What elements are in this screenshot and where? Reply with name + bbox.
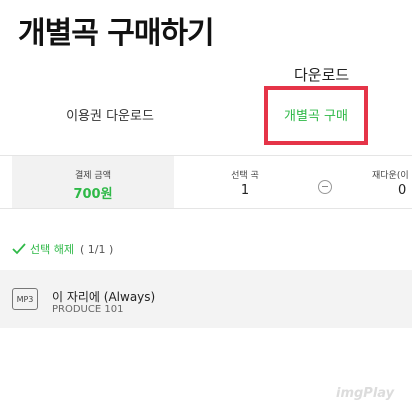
check-icon — [12, 243, 26, 255]
track-row[interactable]: MP3 이 자리에 (Always) PRODUCE 101 — [0, 270, 412, 328]
download-heading: 다운로드 — [294, 66, 350, 84]
payment-amount-value: 700원 — [73, 187, 113, 202]
selected-songs-label: 선택 곡 — [231, 171, 259, 181]
tab-individual-purchase[interactable]: 개별곡 구매 — [264, 86, 368, 142]
watermark: imgPlay — [336, 386, 395, 401]
redownload-label: 재다운(이 — [372, 171, 409, 181]
redownload-cell: 재다운(이 0 — [350, 156, 412, 208]
tab-voucher-download[interactable]: 이용권 다운로드 — [0, 86, 220, 142]
selection-count: ( 1/1 ) — [79, 242, 114, 256]
payment-amount-cell: 결제 금액 700원 — [12, 156, 174, 208]
purchase-summary: 결제 금액 700원 선택 곡 1 재다운(이 0 — [0, 155, 412, 209]
download-tabs: 이용권 다운로드 개별곡 구매 — [0, 86, 412, 142]
deselect-button[interactable]: 선택 해제 ( 1/1 ) — [12, 240, 113, 258]
minus-circle-icon — [318, 180, 332, 194]
track-title: 이 자리에 (Always) — [52, 290, 156, 304]
selected-songs-cell: 선택 곡 1 — [190, 156, 300, 208]
mp3-badge: MP3 — [12, 288, 38, 310]
redownload-value: 0 — [398, 183, 407, 198]
page-title: 개별곡 구매하기 — [18, 16, 215, 51]
selected-songs-value: 1 — [240, 183, 250, 198]
payment-amount-label: 결제 금액 — [75, 171, 111, 181]
track-artist: PRODUCE 101 — [52, 304, 124, 315]
deselect-label: 선택 해제 — [30, 243, 74, 256]
